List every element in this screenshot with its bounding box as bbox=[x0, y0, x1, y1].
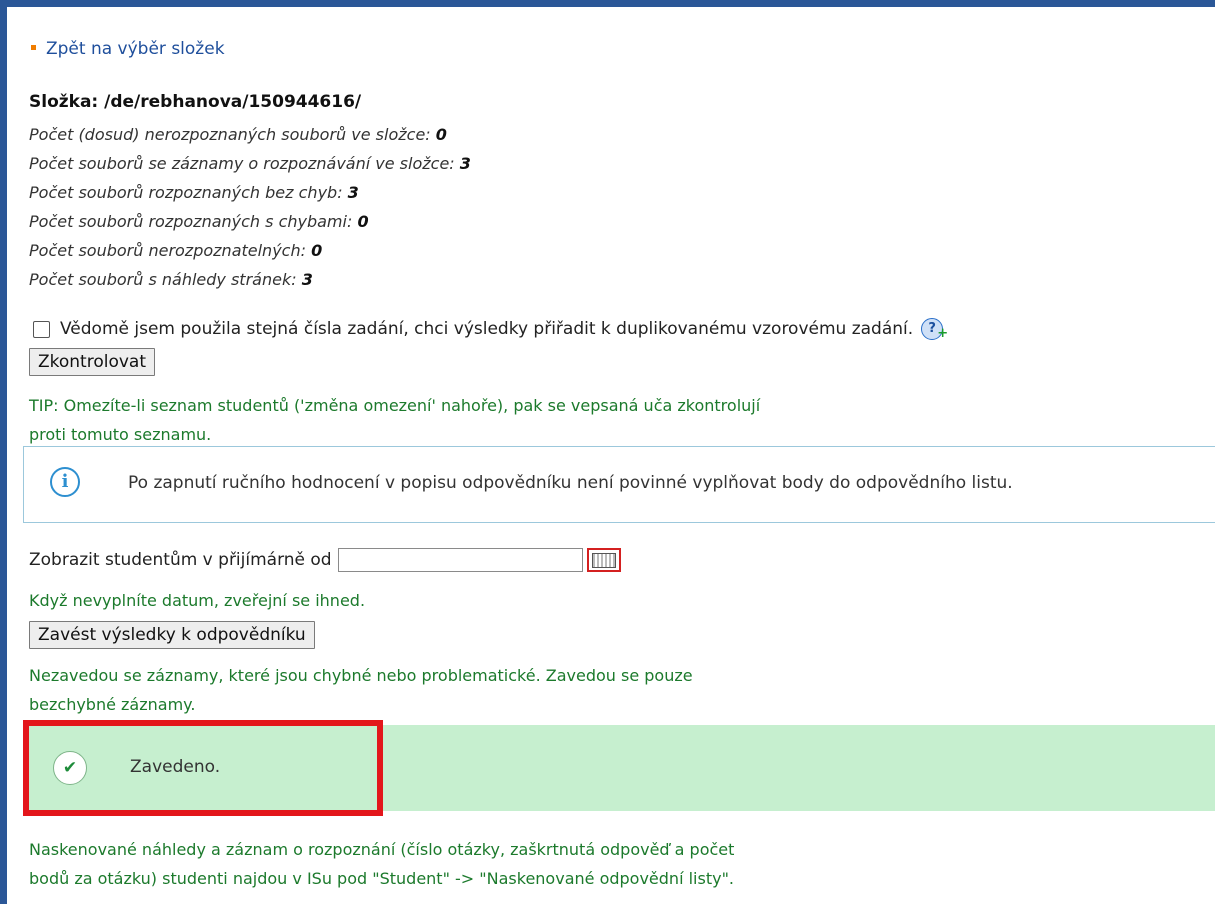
publish-date-input[interactable] bbox=[337, 548, 583, 572]
publish-date-hint: Když nevyplníte datum, zveřejní se ihned… bbox=[29, 591, 366, 610]
stat-unrecognizable: Počet souborů nerozpoznatelných: 0 bbox=[29, 241, 323, 260]
footer-note: Naskenované náhledy a záznam o rozpoznán… bbox=[29, 840, 735, 888]
import-results-button[interactable]: Zavést výsledky k odpovědníku bbox=[29, 621, 315, 649]
info-icon: i bbox=[50, 467, 80, 497]
folder-title: Složka: /de/rebhanova/150944616/ bbox=[29, 92, 362, 112]
import-note: Nezavedou se záznamy, které jsou chybné … bbox=[29, 666, 693, 714]
help-icon[interactable]: ? + bbox=[921, 318, 948, 341]
check-button[interactable]: Zkontrolovat bbox=[29, 348, 156, 376]
highlight-annotation bbox=[23, 720, 383, 816]
bullet-icon bbox=[31, 44, 36, 50]
stat-with-previews: Počet souborů s náhledy stránek: 3 bbox=[29, 270, 313, 289]
back-link[interactable]: Zpět na výběr složek bbox=[29, 39, 225, 59]
stat-with-errors: Počet souborů rozpoznaných s chybami: 0 bbox=[29, 212, 369, 231]
stat-unrecognized: Počet (dosud) nerozpoznaných souborů ve … bbox=[29, 125, 447, 144]
info-text: Po zapnutí ručního hodnocení v popisu od… bbox=[128, 473, 1013, 493]
duplicate-assignment-row: Vědomě jsem použila stejná čísla zadání,… bbox=[29, 318, 948, 341]
info-box: i Po zapnutí ručního hodnocení v popisu … bbox=[23, 446, 1215, 523]
duplicate-assignment-label[interactable]: Vědomě jsem použila stejná čísla zadání,… bbox=[60, 319, 913, 339]
calendar-icon[interactable] bbox=[586, 548, 621, 572]
publish-date-row: Zobrazit studentům v přijímárně od bbox=[29, 548, 621, 572]
back-link-label[interactable]: Zpět na výběr složek bbox=[46, 39, 225, 59]
folder-stats: Počet (dosud) nerozpoznaných souborů ve … bbox=[29, 120, 471, 294]
publish-date-label: Zobrazit studentům v přijímárně od bbox=[29, 550, 332, 570]
stat-no-errors: Počet souborů rozpoznaných bez chyb: 3 bbox=[29, 183, 359, 202]
duplicate-assignment-checkbox[interactable] bbox=[33, 320, 50, 338]
tip-text: TIP: Omezíte-li seznam studentů ('změna … bbox=[29, 396, 761, 444]
stat-with-records: Počet souborů se záznamy o rozpoznávání … bbox=[29, 154, 471, 173]
page-frame: Zpět na výběr složek Složka: /de/rebhano… bbox=[0, 0, 1215, 904]
plus-icon: + bbox=[937, 326, 949, 341]
